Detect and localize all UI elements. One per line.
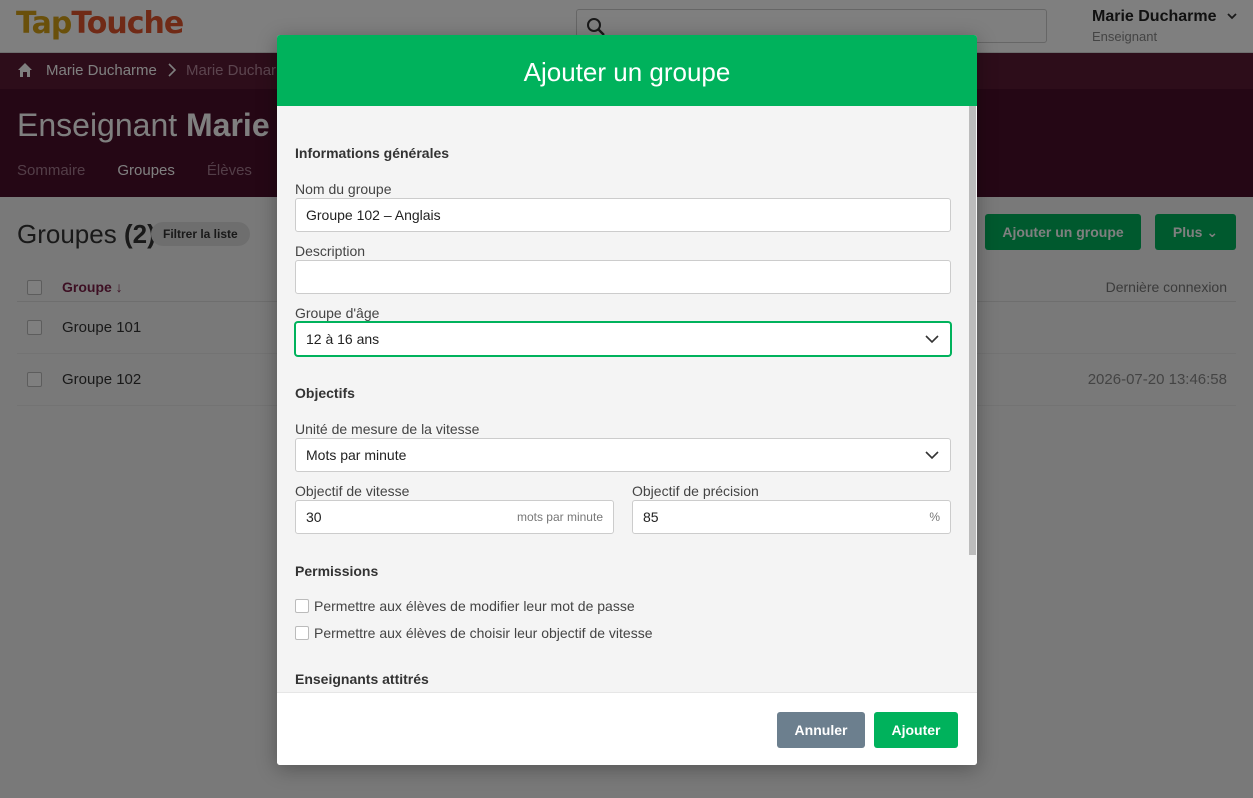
age-group-select[interactable]: 12 à 16 ans bbox=[295, 322, 951, 356]
chevron-down-icon bbox=[925, 451, 939, 460]
accuracy-goal-field[interactable]: 85 % bbox=[632, 500, 951, 534]
speed-unit-label: Unité de mesure de la vitesse bbox=[295, 421, 480, 437]
speed-goal-value: 30 bbox=[306, 509, 322, 525]
speed-goal-label: Objectif de vitesse bbox=[295, 483, 410, 499]
dialog-footer: Annuler Ajouter bbox=[277, 692, 977, 765]
permission-choose-speed-label[interactable]: Permettre aux élèves de choisir leur obj… bbox=[314, 625, 653, 641]
speed-goal-field[interactable]: 30 mots par minute bbox=[295, 500, 614, 534]
accuracy-goal-unit: % bbox=[929, 510, 940, 524]
age-group-value: 12 à 16 ans bbox=[306, 331, 380, 347]
dialog-scrollbar[interactable] bbox=[968, 106, 977, 692]
description-label: Description bbox=[295, 243, 366, 259]
group-name-label: Nom du groupe bbox=[295, 181, 392, 197]
cancel-button[interactable]: Annuler bbox=[777, 712, 865, 748]
chevron-down-icon bbox=[925, 335, 939, 344]
permission-choose-speed-checkbox[interactable] bbox=[295, 626, 309, 640]
description-field[interactable] bbox=[295, 260, 951, 294]
speed-unit-select[interactable]: Mots par minute bbox=[295, 438, 951, 472]
section-permissions-title: Permissions bbox=[295, 563, 379, 579]
age-group-label: Groupe d'âge bbox=[295, 305, 380, 321]
accuracy-goal-label: Objectif de précision bbox=[632, 483, 759, 499]
speed-goal-unit: mots par minute bbox=[516, 510, 603, 524]
speed-unit-value: Mots par minute bbox=[306, 447, 407, 463]
accuracy-goal-value: 85 bbox=[643, 509, 659, 525]
section-objectives-title: Objectifs bbox=[295, 385, 355, 401]
group-name-field[interactable]: Groupe 102 – Anglais bbox=[295, 198, 951, 232]
dialog-title: Ajouter un groupe bbox=[523, 57, 731, 87]
group-name-value: Groupe 102 – Anglais bbox=[306, 207, 441, 223]
dialog-body: Informations générales Nom du groupe Gro… bbox=[277, 106, 977, 692]
add-group-dialog: Ajouter un groupe Informations générales… bbox=[277, 35, 977, 765]
permission-choose-speed[interactable]: Permettre aux élèves de choisir leur obj… bbox=[295, 625, 653, 641]
dialog-header: Ajouter un groupe bbox=[277, 35, 977, 106]
permission-change-password-label[interactable]: Permettre aux élèves de modifier leur mo… bbox=[314, 598, 635, 614]
permission-change-password-checkbox[interactable] bbox=[295, 599, 309, 613]
section-teachers-title: Enseignants attitrés bbox=[295, 671, 429, 687]
section-general-title: Informations générales bbox=[295, 145, 450, 161]
submit-add-button[interactable]: Ajouter bbox=[874, 712, 958, 748]
permission-change-password[interactable]: Permettre aux élèves de modifier leur mo… bbox=[295, 598, 635, 614]
scrollbar-thumb[interactable] bbox=[969, 106, 976, 555]
